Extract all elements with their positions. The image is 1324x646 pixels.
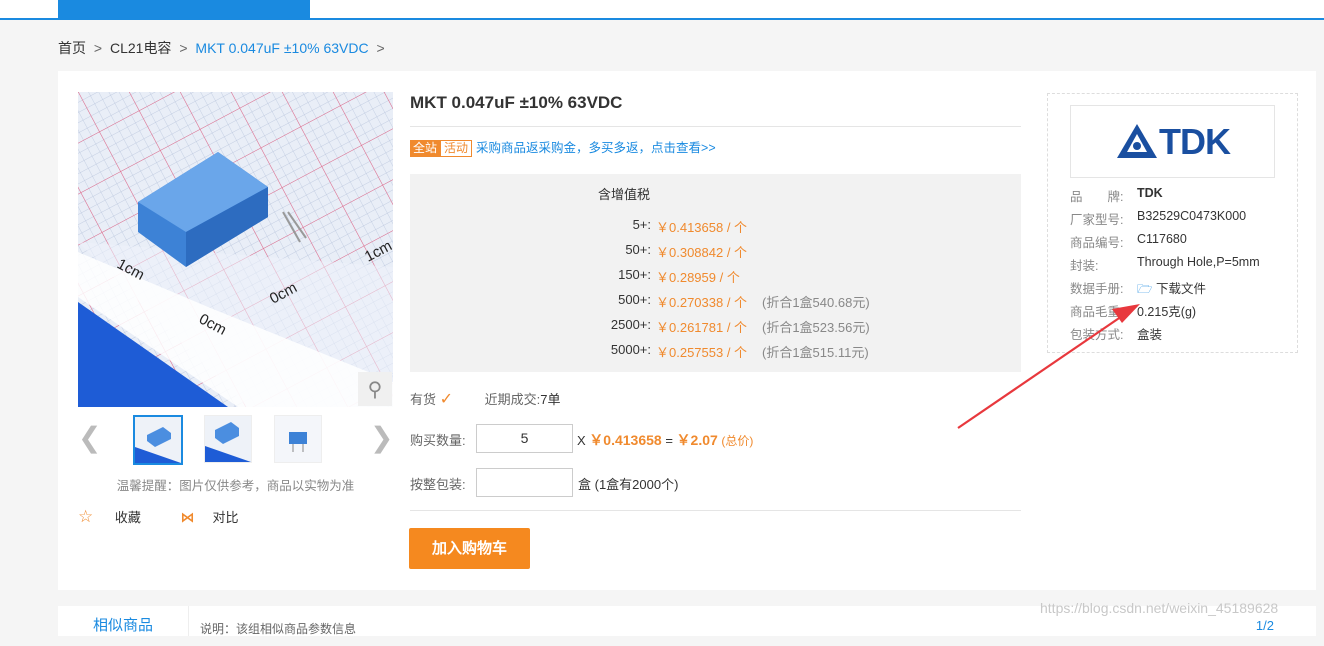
annotation-arrow bbox=[957, 304, 1140, 429]
